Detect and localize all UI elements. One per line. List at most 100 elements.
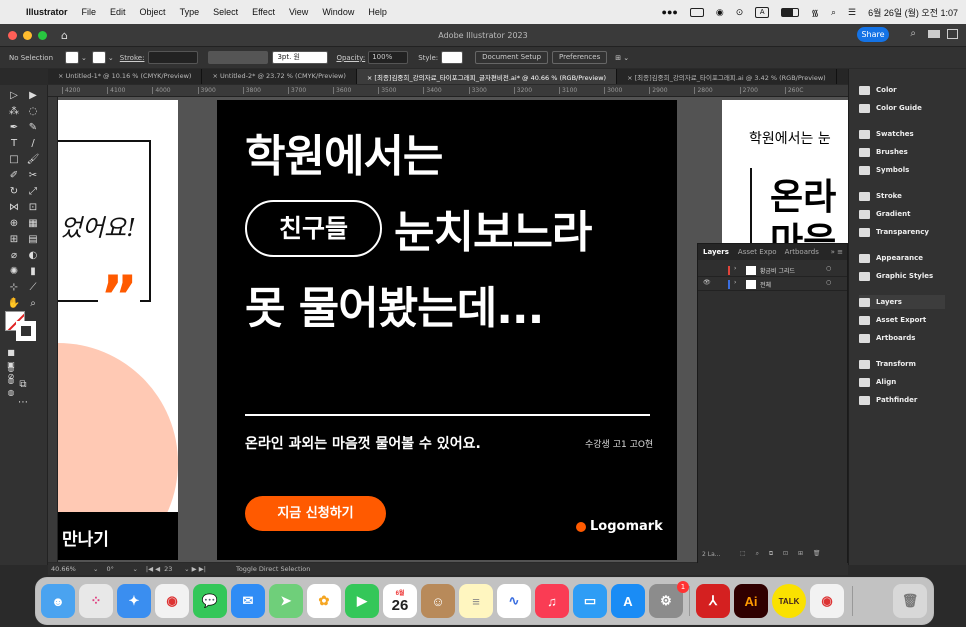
fill-stroke-swatches[interactable] bbox=[4, 311, 40, 341]
align-panel-button[interactable]: Align bbox=[859, 375, 896, 389]
kakaotalk-icon[interactable]: TALK bbox=[772, 584, 806, 618]
chrome-icon[interactable]: ◉ bbox=[155, 584, 189, 618]
variable-width-field[interactable] bbox=[208, 51, 269, 64]
tab-untitled-2[interactable]: × Untitled-2* @ 23.72 % (CMYK/Preview) bbox=[202, 69, 357, 84]
rotate-tool-icon[interactable]: ↻ bbox=[7, 186, 21, 198]
chevron-down-icon[interactable]: ⌄ bbox=[81, 54, 87, 62]
stroke-label[interactable]: Stroke: bbox=[120, 54, 145, 62]
fill-swatch[interactable] bbox=[65, 51, 80, 64]
style-swatch[interactable] bbox=[441, 51, 464, 64]
menu-type[interactable]: Type bbox=[180, 7, 200, 17]
safari-icon[interactable]: ✦ bbox=[117, 584, 151, 618]
layer-name[interactable]: 전체 bbox=[760, 280, 771, 289]
menu-select[interactable]: Select bbox=[213, 7, 238, 17]
battery-icon[interactable] bbox=[781, 7, 800, 17]
transparency-panel-button[interactable]: Transparency bbox=[859, 225, 929, 239]
pen-tool-icon[interactable]: ✒ bbox=[7, 122, 21, 134]
graph-tool-icon[interactable]: ▮ bbox=[26, 266, 40, 278]
target-icon[interactable]: ○ bbox=[826, 265, 831, 272]
layer-actions-icons[interactable]: ⬚ ⌕ ⧉ ⊡ ⊞ 🗑 bbox=[740, 550, 825, 558]
photos-icon[interactable]: ✿ bbox=[307, 584, 341, 618]
type-tool-icon[interactable]: T bbox=[7, 138, 21, 150]
expand-icon[interactable]: › bbox=[734, 279, 736, 286]
lasso-tool-icon[interactable]: ◌ bbox=[26, 106, 40, 118]
swatches-panel-button[interactable]: Swatches bbox=[859, 127, 914, 141]
appearance-panel-button[interactable]: Appearance bbox=[859, 251, 923, 265]
app-store-icon[interactable]: A bbox=[611, 584, 645, 618]
layer-row[interactable]: 👁 › 전체 ○ bbox=[698, 278, 847, 291]
menubar-clock[interactable]: 6월 26일 (월) 오전 1:07 bbox=[868, 6, 958, 19]
acrobat-icon[interactable]: ⅄ bbox=[696, 584, 730, 618]
pathfinder-panel-button[interactable]: Pathfinder bbox=[859, 393, 917, 407]
share-button[interactable]: Share bbox=[857, 27, 889, 42]
keynote-icon[interactable]: ▭ bbox=[573, 584, 607, 618]
magic-wand-tool-icon[interactable]: ⁂ bbox=[7, 106, 21, 118]
expand-icon[interactable]: › bbox=[734, 265, 736, 272]
color-guide-panel-button[interactable]: Color Guide bbox=[859, 101, 922, 115]
artboard-number[interactable]: 23 bbox=[164, 565, 184, 573]
contacts-icon[interactable]: ☺ bbox=[421, 584, 455, 618]
brush-definition[interactable]: 3pt. 원 bbox=[272, 51, 329, 64]
control-center-icon[interactable]: ☰ bbox=[848, 7, 856, 18]
color-mode-icon[interactable]: ■ ▣ ⊘ bbox=[4, 347, 18, 381]
graphic-styles-panel-button[interactable]: Graphic Styles bbox=[859, 269, 933, 283]
maps-icon[interactable]: ➤ bbox=[269, 584, 303, 618]
target-icon[interactable]: ○ bbox=[826, 279, 831, 286]
calendar-icon[interactable]: 6월 26 bbox=[383, 584, 417, 618]
artboard-tool-icon[interactable]: ⊹ bbox=[7, 282, 21, 294]
rectangle-tool-icon[interactable]: □ bbox=[7, 154, 21, 166]
wifi-icon[interactable]: ᯾ bbox=[811, 6, 819, 19]
menu-help[interactable]: Help bbox=[368, 7, 387, 17]
menu-edit[interactable]: Edit bbox=[110, 7, 126, 17]
panel-menu-icon[interactable]: » ≡ bbox=[831, 248, 843, 256]
style-label[interactable]: Style: bbox=[418, 54, 438, 62]
menu-file[interactable]: File bbox=[82, 7, 97, 17]
zoom-tool-icon[interactable]: ⌕ bbox=[26, 298, 40, 310]
notes-icon[interactable]: ≡ bbox=[459, 584, 493, 618]
right-artboard[interactable]: 학원에서는 눈 온라 마음 bbox=[722, 100, 848, 250]
scale-tool-icon[interactable]: ⤢ bbox=[26, 186, 40, 198]
opacity-field[interactable]: 100% bbox=[368, 51, 409, 64]
menu-object[interactable]: Object bbox=[140, 7, 166, 17]
selection-tool-icon[interactable]: ▷ bbox=[7, 90, 21, 102]
hand-tool-icon[interactable]: ✋ bbox=[7, 298, 21, 310]
play-icon[interactable]: ⊙ bbox=[736, 7, 744, 18]
menu-window[interactable]: Window bbox=[322, 7, 354, 17]
mail-icon[interactable]: ✉ bbox=[231, 584, 265, 618]
free-transform-tool-icon[interactable]: ⊡ bbox=[26, 202, 40, 214]
tab-active-document[interactable]: × [최종]김중희_강의자료_타이포그래피_글자편비전.ai* @ 40.66 … bbox=[356, 69, 618, 84]
asset-export-panel-button[interactable]: Asset Export bbox=[859, 313, 926, 327]
arrange-icon[interactable] bbox=[947, 29, 958, 39]
facetime-icon[interactable]: ▶ bbox=[345, 584, 379, 618]
horizontal-ruler[interactable]: 4200 4100 4000 3900 3800 3700 3600 3500 3400 3300… bbox=[48, 85, 848, 97]
artboards-panel-button[interactable]: Artboards bbox=[859, 331, 915, 345]
keyboard-input-icon[interactable]: A bbox=[755, 6, 770, 18]
messages-icon[interactable]: 💬 bbox=[193, 584, 227, 618]
tab-asset-export[interactable]: Asset Expo bbox=[734, 248, 781, 256]
main-artboard[interactable]: 학원에서는 친구들 눈치보느라 못 물어봤는데... 온라인 과외는 마음껏 물… bbox=[217, 100, 677, 560]
line-tool-icon[interactable]: / bbox=[26, 138, 40, 150]
zoom-field[interactable]: 40.66% bbox=[51, 565, 93, 573]
stroke-weight-field[interactable] bbox=[148, 51, 199, 64]
menu-effect[interactable]: Effect bbox=[252, 7, 275, 17]
recording-icon[interactable]: ●●● bbox=[662, 7, 678, 17]
creative-cloud-icon[interactable]: ◉ bbox=[716, 7, 724, 18]
transform-panel-button[interactable]: Transform bbox=[859, 357, 916, 371]
tab-untitled-1[interactable]: × Untitled-1* @ 10.16 % (CMYK/Preview) bbox=[48, 69, 203, 84]
rotation-field[interactable]: 0° bbox=[106, 565, 132, 573]
gradient-tool-icon[interactable]: ▤ bbox=[26, 234, 40, 246]
document-setup-button[interactable]: Document Setup bbox=[475, 51, 549, 64]
color-panel-button[interactable]: Color bbox=[859, 83, 897, 97]
shaper-tool-icon[interactable]: ✐ bbox=[7, 170, 21, 182]
workspace-icon[interactable] bbox=[928, 30, 940, 38]
slice-tool-icon[interactable]: ⟋ bbox=[26, 282, 40, 294]
more-tools-icon[interactable]: ⋯ bbox=[16, 397, 30, 409]
freeform-icon[interactable]: ∿ bbox=[497, 584, 531, 618]
chevron-down-icon[interactable]: ⌄ bbox=[108, 54, 114, 62]
menu-view[interactable]: View bbox=[289, 7, 308, 17]
app-menu-illustrator[interactable]: Illustrator bbox=[26, 7, 68, 17]
tab-artboards[interactable]: Artboards bbox=[781, 248, 823, 256]
layer-name[interactable]: 황금비 그리드 bbox=[760, 266, 795, 275]
layers-panel-button[interactable]: Layers bbox=[859, 295, 945, 309]
search-icon[interactable]: ⌕ bbox=[831, 7, 836, 18]
